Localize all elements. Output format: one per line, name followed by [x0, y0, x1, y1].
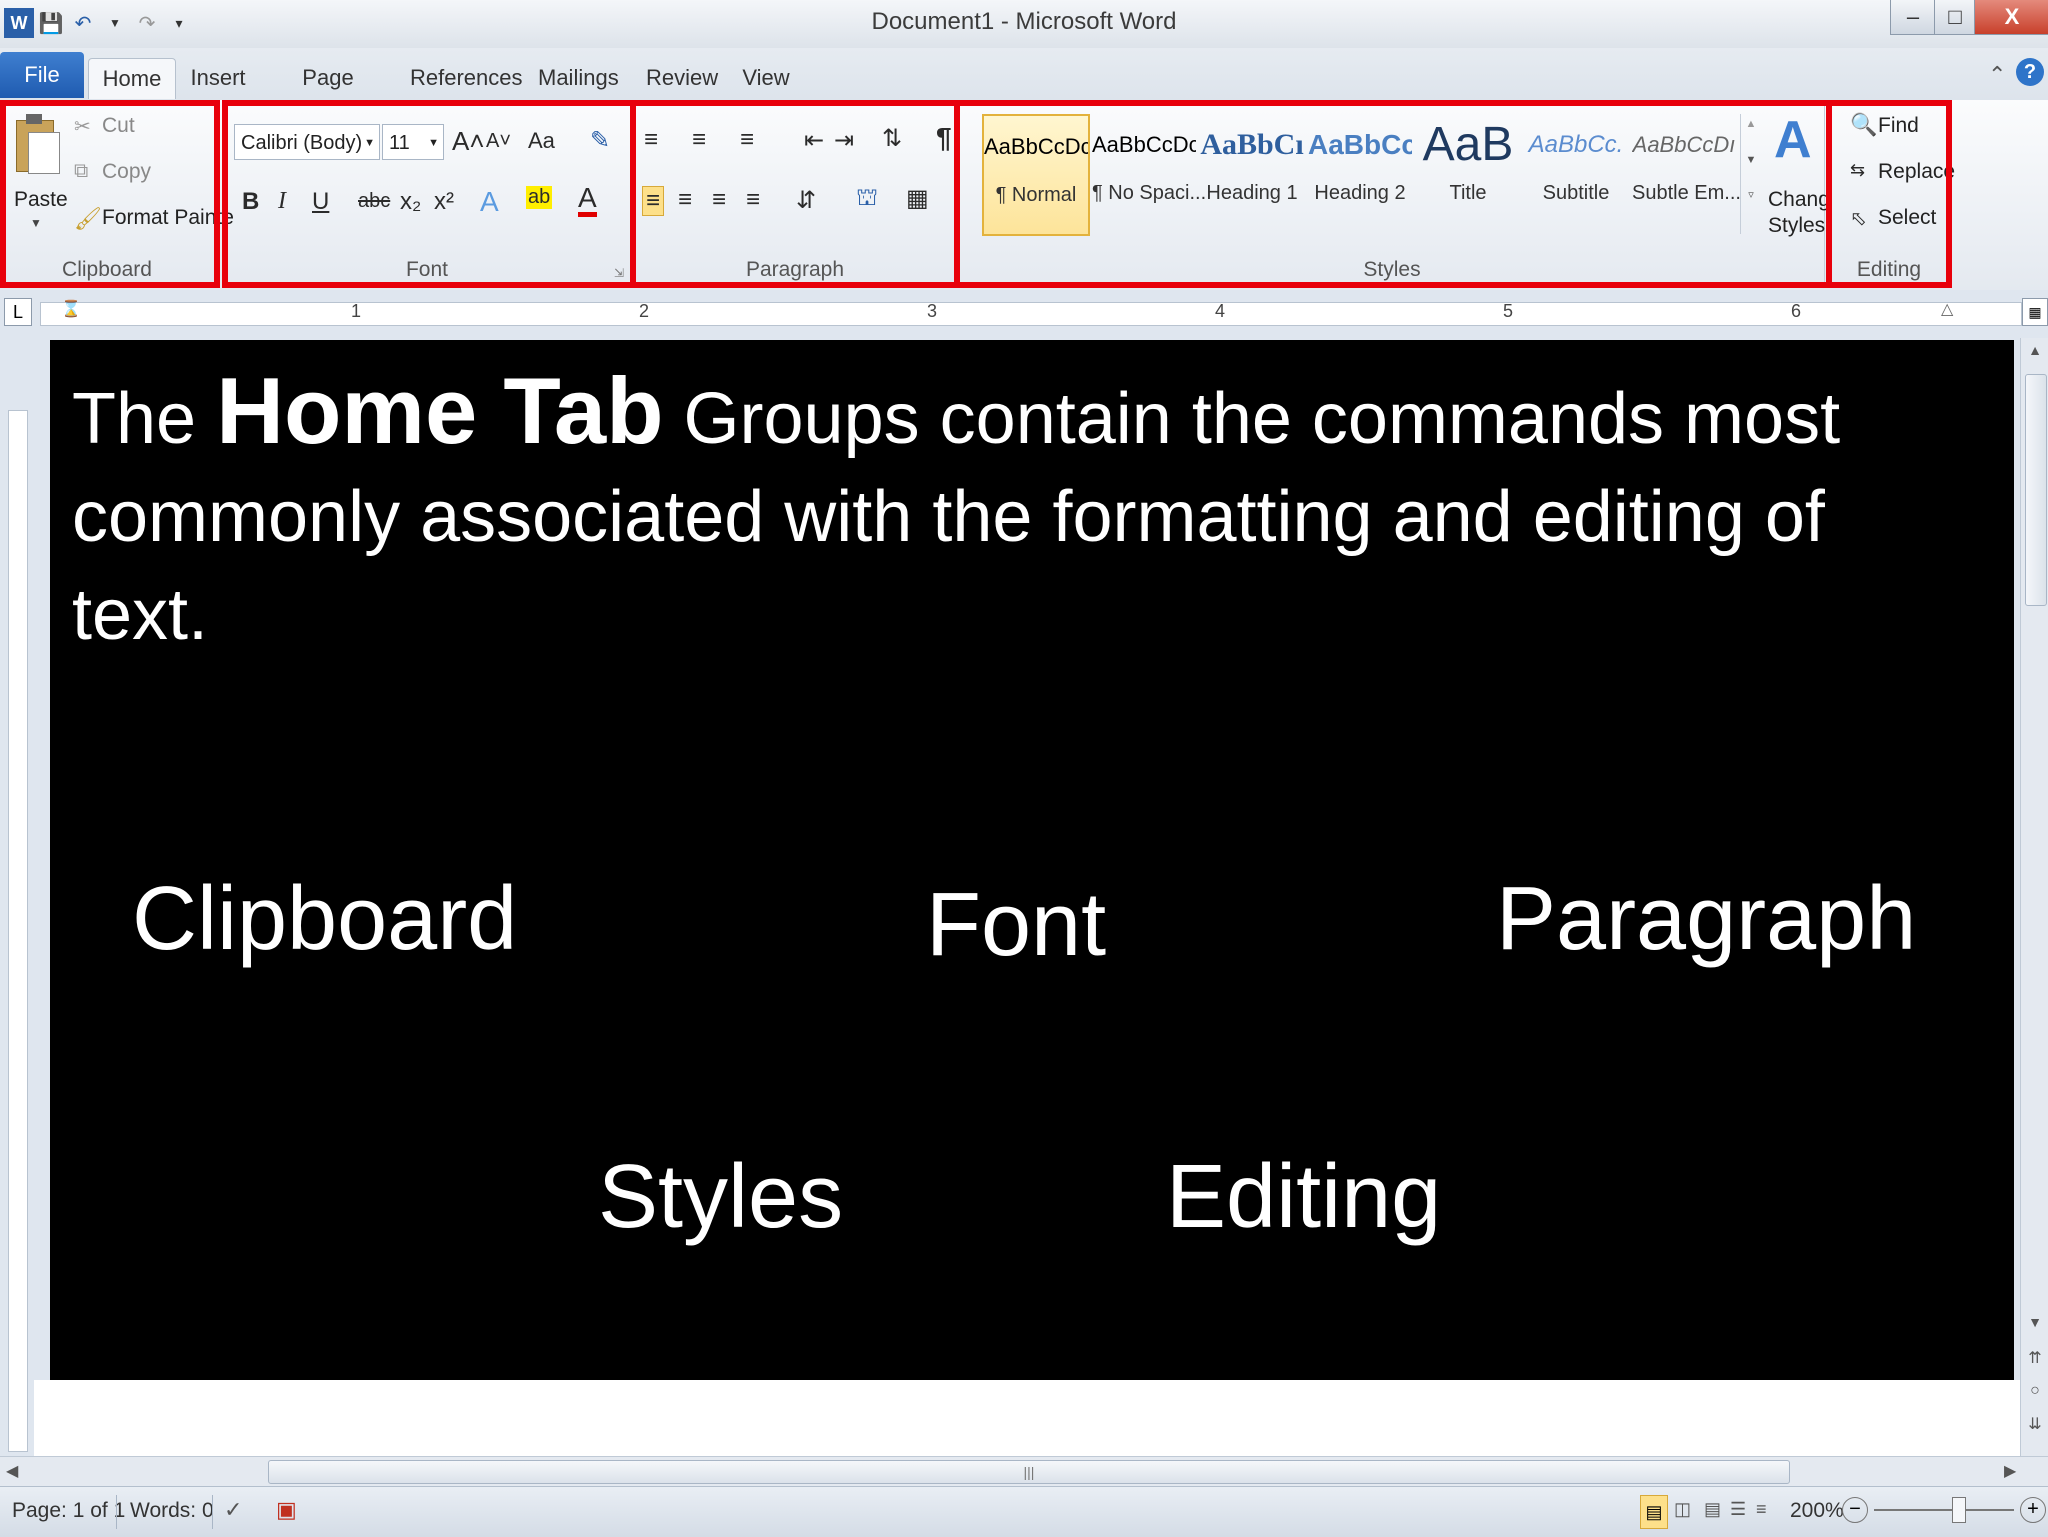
tab-review[interactable]: Review	[646, 58, 718, 98]
minimize-ribbon-icon[interactable]: ⌃	[1988, 62, 2006, 88]
font-highlight-box	[222, 100, 636, 288]
group-word-clipboard: Clipboard	[132, 869, 518, 969]
editing-highlight-box	[1826, 100, 1952, 288]
ruler-number: 3	[927, 301, 938, 321]
zoom-out-icon[interactable]: −	[1842, 1497, 1868, 1523]
group-word-paragraph: Paragraph	[1496, 869, 1917, 969]
ribbon-tab-bar: File Home Insert Page Layout References …	[0, 48, 2048, 130]
help-icon[interactable]: ?	[2016, 58, 2044, 86]
title-bar: W 💾 ↶ ▼ ↷ ▾ Document1 - Microsoft Word –…	[0, 0, 2048, 49]
group-word-font: Font	[926, 875, 1107, 975]
scroll-left-icon[interactable]: ◀	[6, 1461, 18, 1481]
headline-prefix: The	[72, 379, 197, 459]
tab-page-layout[interactable]: Page Layout	[272, 58, 384, 130]
page-count[interactable]: Page: 1 of 1	[12, 1499, 125, 1523]
ribbon: Paste ▼ ✂ Cut ⧉ Copy 🖌 Format Painte Cli…	[0, 100, 2048, 291]
status-divider	[212, 1495, 213, 1529]
tab-mailings[interactable]: Mailings	[538, 58, 619, 98]
proofing-icon[interactable]: ✓	[224, 1497, 242, 1523]
vertical-scroll-thumb[interactable]	[2025, 374, 2047, 606]
close-button[interactable]: X	[1974, 0, 2048, 35]
scroll-down-icon[interactable]: ▼	[2021, 1314, 2048, 1330]
ruler-number: 1	[351, 301, 362, 321]
status-divider	[116, 1495, 117, 1529]
word-count[interactable]: Words: 0	[130, 1499, 214, 1523]
ruler-number: 4	[1215, 301, 1226, 321]
maximize-button[interactable]: □	[1934, 0, 1976, 35]
styles-highlight-box	[954, 100, 1832, 288]
headline-text: The Home Tab Groups contain the commands…	[72, 362, 1972, 664]
zoom-slider-thumb[interactable]	[1952, 1497, 1966, 1523]
tab-home[interactable]: Home	[88, 58, 176, 99]
clipboard-highlight-box	[0, 100, 220, 288]
ruler-number: 2	[639, 301, 650, 321]
full-screen-reading-icon[interactable]: ◫	[1674, 1499, 1691, 1520]
next-page-icon[interactable]: ⇊	[2021, 1414, 2048, 1434]
scroll-up-icon[interactable]: ▲	[2021, 342, 2048, 358]
horizontal-scrollbar[interactable]: ◀ ||| ▶	[0, 1456, 2048, 1487]
paragraph-highlight-box	[630, 100, 960, 288]
zoom-slider-track[interactable]	[1874, 1509, 2014, 1511]
headline-emphasis: Home Tab	[216, 358, 664, 463]
tab-file[interactable]: File	[0, 52, 84, 98]
web-layout-icon[interactable]: ▤	[1704, 1499, 1721, 1520]
zoom-in-icon[interactable]: +	[2020, 1497, 2046, 1523]
status-bar: Page: 1 of 1 Words: 0 ✓ ▣ ▤ ◫ ▤ ☰ ≡ 200%…	[0, 1486, 2048, 1537]
ruler-number: 6	[1791, 301, 1802, 321]
ruler-number: 5	[1503, 301, 1514, 321]
previous-page-icon[interactable]: ⇈	[2021, 1348, 2048, 1368]
tab-selector-icon[interactable]: L	[4, 298, 32, 326]
horizontal-scroll-thumb[interactable]: |||	[268, 1460, 1790, 1484]
tab-view[interactable]: View	[738, 58, 794, 98]
ruler-strip[interactable]: 1 2 3 4 5 6 ⌛ △	[40, 299, 2022, 326]
first-line-indent-icon[interactable]: ⌛	[61, 299, 81, 319]
tab-insert[interactable]: Insert	[188, 58, 248, 98]
zoom-level[interactable]: 200%	[1790, 1499, 1844, 1523]
view-ruler-icon[interactable]: ▦	[2022, 298, 2048, 326]
scroll-right-icon[interactable]: ▶	[2004, 1461, 2016, 1481]
outline-view-icon[interactable]: ☰	[1730, 1499, 1746, 1520]
window-title: Document1 - Microsoft Word	[871, 8, 1177, 35]
vertical-scrollbar[interactable]: ▲ ▼ ⇈ ○ ⇊	[2020, 338, 2048, 1456]
group-word-styles: Styles	[598, 1147, 844, 1247]
document-page-margin[interactable]	[34, 1380, 2028, 1456]
minimize-button[interactable]: –	[1890, 0, 1936, 35]
print-layout-view-icon[interactable]: ▤	[1640, 1495, 1668, 1529]
macro-record-icon[interactable]: ▣	[276, 1497, 297, 1523]
draft-view-icon[interactable]: ≡	[1756, 1499, 1767, 1520]
vertical-ruler-strip[interactable]	[8, 410, 28, 1452]
group-word-editing: Editing	[1166, 1147, 1442, 1247]
right-indent-icon[interactable]: △	[1941, 299, 1953, 319]
browse-object-icon[interactable]: ○	[2021, 1382, 2048, 1400]
tab-references[interactable]: References	[410, 58, 523, 98]
